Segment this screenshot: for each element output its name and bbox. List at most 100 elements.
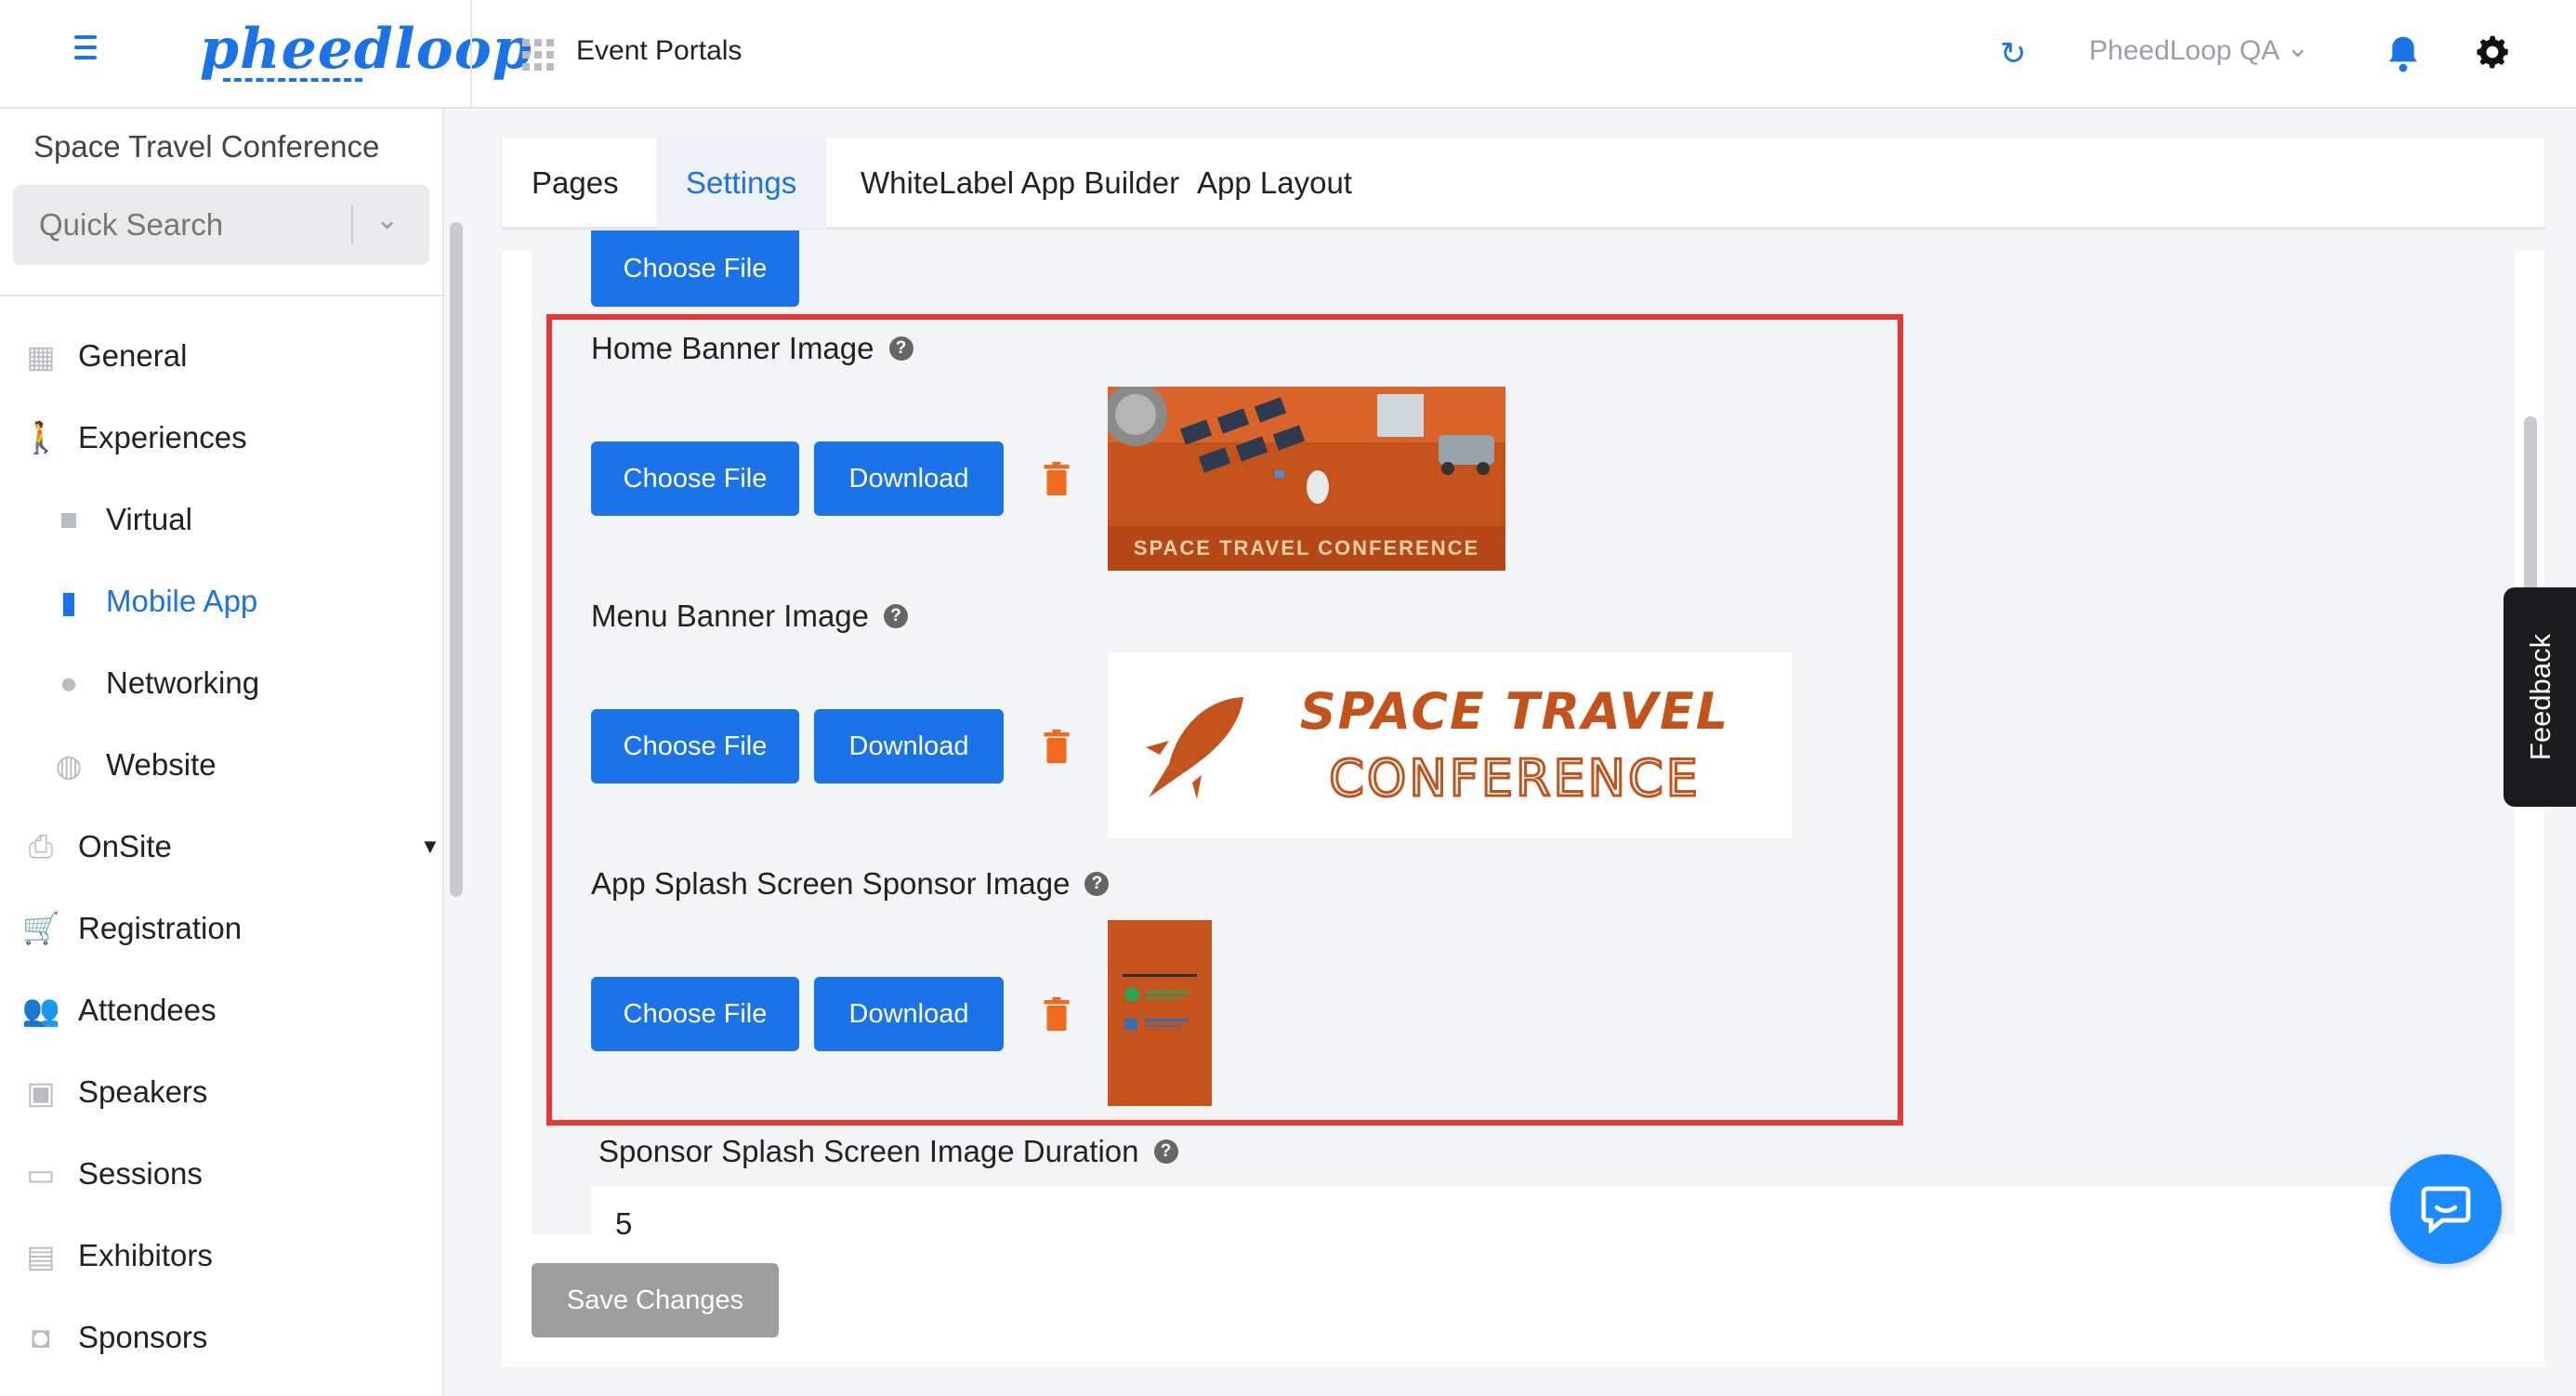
help-icon[interactable]: ? xyxy=(1084,872,1110,896)
feedback-tab[interactable]: Feedback xyxy=(2504,587,2576,807)
menu-banner-label-text: Menu Banner Image xyxy=(591,599,870,633)
sidebar-item-attendees[interactable]: 👥 Attendees xyxy=(21,982,217,1038)
splash-download-button[interactable]: Download xyxy=(814,977,1004,1051)
sidebar-item-label: Networking xyxy=(106,665,260,700)
sidebar-item-experiences[interactable]: 🚶 Experiences xyxy=(21,410,247,466)
top-bar: pheedloop Event Portals ↻ PheedLoop QA ⌄ xyxy=(0,0,2576,109)
sidebar-item-label: Attendees xyxy=(78,993,217,1027)
sidebar-item-virtual[interactable]: ■ Virtual xyxy=(52,492,192,547)
trash-icon[interactable] xyxy=(1043,996,1071,1032)
sidebar-item-sessions[interactable]: ▭ Sessions xyxy=(24,1146,203,1202)
person-icon: 🚶 xyxy=(21,419,60,454)
sidebar-item-website[interactable]: ◍ Website xyxy=(52,737,217,793)
gear-icon[interactable] xyxy=(2472,32,2513,72)
menu-banner-subtitle: CONFERENCE xyxy=(1328,748,1701,810)
chat-bubble-icon xyxy=(2421,1186,2471,1233)
trash-icon[interactable] xyxy=(1043,729,1071,764)
sidebar-item-speakers[interactable]: ▣ Speakers xyxy=(24,1064,207,1120)
help-icon[interactable]: ? xyxy=(888,336,913,361)
feedback-label: Feedback xyxy=(2524,633,2557,761)
sidebar-item-label: Experiences xyxy=(78,420,247,454)
apps-grid-icon[interactable] xyxy=(522,39,554,71)
search-placeholder: Quick Search xyxy=(39,207,224,242)
menu-banner-choose-file-button[interactable]: Choose File xyxy=(591,709,799,784)
chevron-down-icon[interactable]: ⌄ xyxy=(375,204,399,236)
home-banner-label-text: Home Banner Image xyxy=(591,331,874,365)
sidebar-scrollbar[interactable] xyxy=(450,222,463,897)
tab-bar: Pages Settings WhiteLabel App Builder Ap… xyxy=(502,138,2544,229)
sidebar-item-label: OnSite xyxy=(78,829,172,863)
grid-icon: ▦ xyxy=(26,338,56,374)
home-banner-caption: SPACE TRAVEL CONFERENCE xyxy=(1133,536,1480,560)
splash-sponsor-image xyxy=(1108,920,1212,1106)
pheedloop-logo[interactable]: pheedloop xyxy=(200,17,532,82)
quick-search[interactable]: Quick Search ⌄ xyxy=(13,185,429,265)
home-banner-download-button[interactable]: Download xyxy=(814,441,1004,516)
sidebar-item-general[interactable]: ▦ General xyxy=(24,328,187,384)
tab-whitelabel-app-builder[interactable]: WhiteLabel App Builder xyxy=(831,138,1209,229)
event-name: Space Travel Conference xyxy=(33,129,380,164)
sidebar-item-networking[interactable]: ● Networking xyxy=(52,655,259,711)
presenter-icon: ▣ xyxy=(26,1074,56,1110)
divider xyxy=(0,295,444,296)
sidebar-item-exhibitors[interactable]: ▤ Exhibitors xyxy=(24,1228,213,1284)
sidebar-item-label: Virtual xyxy=(106,502,192,536)
tab-settings[interactable]: Settings xyxy=(656,138,827,229)
sidebar-item-sponsors[interactable]: ◘ Sponsors xyxy=(24,1310,207,1365)
sidebar-item-label: Sponsors xyxy=(78,1320,208,1354)
sidebar-item-label: Exhibitors xyxy=(78,1238,213,1272)
rocket-logo-icon xyxy=(1146,697,1243,799)
mobile-icon: ▮ xyxy=(59,584,78,619)
menu-banner-label: Menu Banner Image? xyxy=(591,599,909,634)
chat-bubble-icon: ● xyxy=(59,665,78,700)
home-banner-choose-file-button[interactable]: Choose File xyxy=(591,441,799,516)
video-icon: ■ xyxy=(59,502,78,536)
hamburger-menu-icon[interactable] xyxy=(74,35,108,69)
menu-banner-image: SPACE TRAVEL CONFERENCE xyxy=(1108,652,1792,838)
duration-label: Sponsor Splash Screen Image Duration? xyxy=(598,1134,1178,1169)
sidebar-item-mobile-app[interactable]: ▮ Mobile App xyxy=(52,573,257,629)
tab-app-layout[interactable]: App Layout xyxy=(1167,138,1382,229)
bell-icon[interactable] xyxy=(2385,33,2422,74)
sidebar-item-label: Registration xyxy=(78,911,243,945)
storefront-icon: ▤ xyxy=(26,1238,56,1273)
search-separator xyxy=(351,205,353,244)
sidebar-item-label: Mobile App xyxy=(106,584,258,618)
sidebar-item-label: General xyxy=(78,338,188,373)
people-icon: 👥 xyxy=(21,992,60,1027)
help-icon[interactable]: ? xyxy=(1153,1139,1178,1164)
save-changes-button[interactable]: Save Changes xyxy=(532,1263,779,1337)
splash-sponsor-label-text: App Splash Screen Sponsor Image xyxy=(591,866,1071,901)
help-icon[interactable]: ? xyxy=(884,604,909,628)
refresh-icon[interactable]: ↻ xyxy=(2000,35,2027,72)
sidebar-item-label: Sessions xyxy=(78,1156,203,1191)
badge-icon: ◘ xyxy=(32,1320,50,1354)
divider xyxy=(470,0,472,109)
event-portals-link[interactable]: Event Portals xyxy=(576,35,742,67)
org-selector[interactable]: PheedLoop QA xyxy=(2089,35,2280,67)
home-banner-label: Home Banner Image? xyxy=(591,331,913,366)
menu-banner-download-button[interactable]: Download xyxy=(814,709,1004,784)
splash-choose-file-button[interactable]: Choose File xyxy=(591,977,799,1051)
duration-label-text: Sponsor Splash Screen Image Duration xyxy=(598,1134,1139,1168)
content-scrollbar[interactable] xyxy=(2524,416,2537,602)
sidebar: Space Travel Conference Quick Search ⌄ ▦… xyxy=(0,109,463,1396)
sponsor-splash-thumbnail xyxy=(1108,920,1212,1106)
chat-launcher-button[interactable] xyxy=(2390,1154,2502,1264)
chevron-down-icon[interactable]: ⌄ xyxy=(2286,32,2309,64)
home-banner-image: SPACE TRAVEL CONFERENCE xyxy=(1108,387,1505,571)
choose-file-button[interactable]: Choose File xyxy=(591,230,799,307)
sidebar-item-registration[interactable]: 🛒 Registration xyxy=(21,901,243,956)
splash-sponsor-label: App Splash Screen Sponsor Image? xyxy=(591,866,1110,902)
duration-input[interactable]: 5 xyxy=(591,1186,2487,1247)
logo-underline xyxy=(223,78,362,82)
sidebar-item-onsite[interactable]: ⎙ OnSite ▼ xyxy=(24,819,440,875)
menu-banner-title: SPACE TRAVEL xyxy=(1299,682,1730,741)
tab-pages[interactable]: Pages xyxy=(502,138,649,229)
caret-down-icon[interactable]: ▼ xyxy=(420,819,440,875)
cart-icon: 🛒 xyxy=(21,910,60,945)
sidebar-item-label: Speakers xyxy=(78,1074,208,1109)
sidebar-item-label: Website xyxy=(106,747,217,782)
globe-icon: ◍ xyxy=(55,747,83,783)
trash-icon[interactable] xyxy=(1043,461,1071,496)
